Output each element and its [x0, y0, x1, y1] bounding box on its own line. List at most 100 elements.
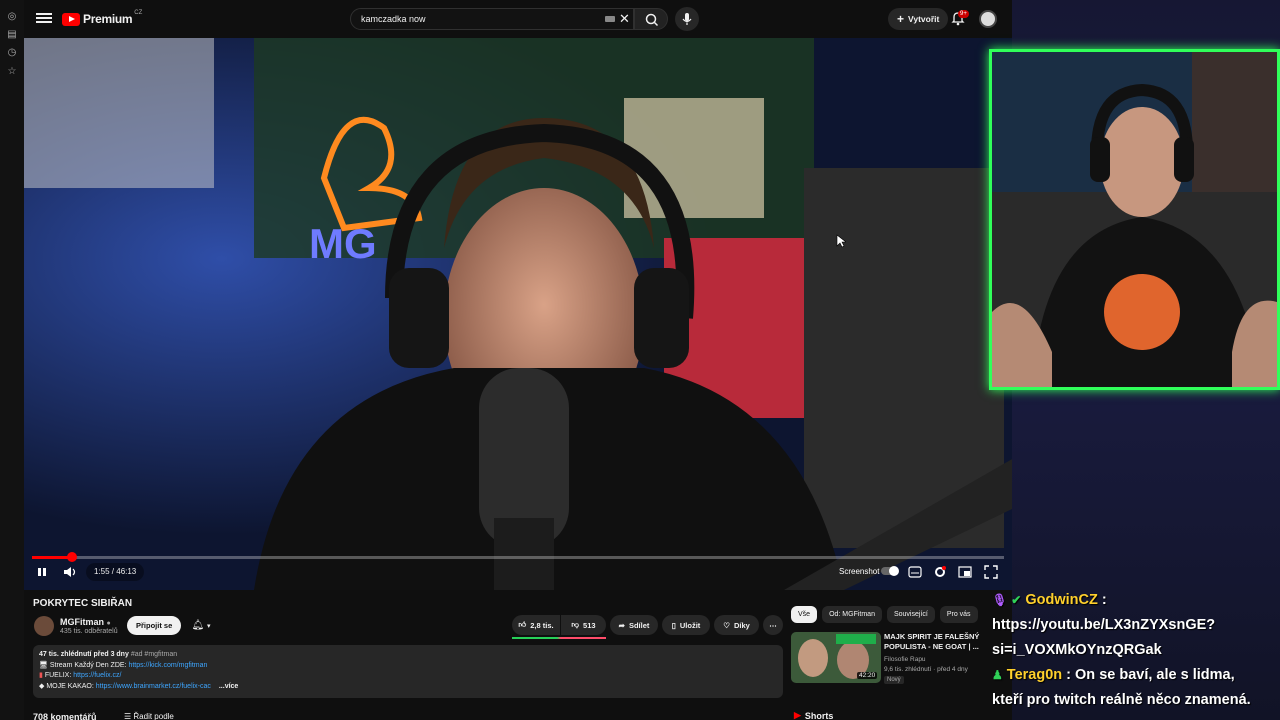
video-player[interactable]: MG 1:55 / 46:13 Screenshot — [24, 38, 1012, 590]
share-label: Sdílet — [628, 620, 650, 630]
channel-avatar[interactable] — [34, 616, 54, 636]
clear-search-icon[interactable]: ✕ — [619, 11, 630, 27]
subscriber-count: 435 tis. odběratelů — [60, 628, 118, 635]
shorts-label: Shorts — [804, 710, 834, 720]
settings-gear-icon[interactable] — [933, 565, 947, 579]
verified-badge-icon: ✔ — [1011, 593, 1022, 607]
youtube-logo[interactable]: Premium CZ — [62, 10, 143, 26]
thanks-icon: ♡ — [723, 620, 730, 630]
chat-message-text: si=i_VOXMkOYnzQRGak — [992, 642, 1162, 658]
more-actions-button[interactable]: ⋯ — [763, 615, 783, 635]
description-meta: 47 tis. zhlédnutí před 3 dny #ad #mgfitm… — [39, 650, 777, 661]
webcam-image — [992, 52, 1277, 387]
bottle-icon: ▮ — [39, 672, 43, 680]
chip-all[interactable]: Vše — [791, 606, 818, 623]
chat-username: GodwinCZ — [1025, 592, 1098, 608]
save-icon: ▯ — [671, 620, 676, 630]
channel-name-text: MGFitman — [60, 617, 104, 627]
mouse-cursor-icon — [836, 234, 846, 248]
screen: ◎ ▤ ◷ ☆ Premium CZ kamczadka now ✕ + Vyt… — [0, 0, 1280, 720]
share-button[interactable]: ➦ Sdílet — [610, 615, 658, 635]
history-icon[interactable]: ◷ — [6, 47, 18, 59]
comments-count: 708 komentářů — [33, 712, 97, 720]
plus-icon: + — [897, 12, 905, 26]
notification-count-badge: 9+ — [958, 10, 969, 18]
shorts-icon: ▶ — [794, 710, 801, 720]
time-display: 1:55 / 46:13 — [86, 563, 145, 581]
shorts-heading: ▶ Shorts — [794, 710, 833, 720]
save-button[interactable]: ▯ Uložit — [662, 615, 710, 635]
extension-icon[interactable]: ◎ — [6, 11, 18, 23]
youtube-play-logo-icon — [62, 12, 80, 26]
chat-message-text: https://youtu.be/LX3nZYXsnGE? — [992, 617, 1216, 633]
recommended-channel[interactable]: Filosofie Rapu — [884, 656, 926, 663]
chat-message-text: kteří pro twitch reálně něco znamená. — [992, 692, 1251, 708]
pause-icon[interactable] — [36, 566, 48, 578]
video-frame: MG — [24, 38, 1012, 590]
keyboard-icon[interactable] — [605, 16, 615, 22]
bell-icon: 🔔︎ — [191, 620, 205, 631]
search-query-text: kamczadka now — [361, 14, 426, 24]
like-count: 2,8 tis. — [530, 620, 554, 630]
volume-icon[interactable] — [62, 564, 78, 580]
dislike-button[interactable]: 👎︎ 513 — [561, 615, 606, 635]
chat-message: ♟ Terag0n : On se baví, ale s lidma, — [992, 667, 1235, 683]
create-button[interactable]: + Vytvořit — [888, 8, 949, 30]
subtitles-icon[interactable] — [908, 566, 922, 578]
show-more-link[interactable]: ...více — [219, 683, 238, 690]
stream-chat: 🎙︎ ✔ GodwinCZ : https://youtu.be/LX3nZYX… — [992, 588, 1280, 713]
sort-comments-button[interactable]: ☰ Řadit podle — [124, 712, 174, 720]
thumbs-down-icon: 👎︎ — [571, 620, 580, 629]
video-duration: 42:20 — [857, 672, 878, 679]
recommendation-chips: Vše Od: MGFitman Související Pro vás — [791, 606, 978, 623]
logo-text: Premium — [83, 12, 133, 26]
brainmarket-link[interactable]: https://www.brainmarket.cz/fuelix-cac — [96, 683, 211, 690]
description-text: Stream Každý Den ZDE: — [49, 661, 129, 669]
join-button[interactable]: Připojit se — [127, 616, 182, 635]
browser-side-rail: ◎ ▤ ◷ ☆ — [0, 0, 24, 720]
screenshot-toggle[interactable] — [881, 566, 899, 576]
chip-from-channel[interactable]: Od: MGFitman — [822, 606, 882, 623]
video-info-section: POKRYTEC SIBIŘAN MGFitman ● 435 tis. odb… — [24, 590, 1012, 720]
kick-link[interactable]: https://kick.com/mgfitman — [128, 662, 207, 669]
hamburger-menu-icon[interactable] — [36, 11, 52, 27]
reading-list-icon[interactable]: ▤ — [6, 29, 18, 41]
miniplayer-icon[interactable] — [958, 566, 972, 578]
fuelix-link[interactable]: https://fuelix.cz/ — [73, 672, 121, 679]
hashtags[interactable]: #ad #mgfitman — [131, 651, 177, 658]
account-avatar[interactable] — [979, 10, 997, 28]
subscription-bell-button[interactable]: 🔔︎ ▾ — [184, 616, 218, 635]
chat-message-text: On se baví, ale s lidma, — [1075, 667, 1235, 683]
search-input[interactable]: kamczadka now ✕ — [350, 8, 634, 30]
scrubber-handle[interactable] — [67, 552, 78, 562]
progress-fill — [32, 556, 73, 559]
description-line: 🖥︎ Stream Každý Den ZDE: https://kick.co… — [39, 661, 777, 672]
bookmark-icon[interactable]: ☆ — [6, 66, 18, 78]
dislike-count: 513 — [583, 620, 596, 630]
recommended-video-title[interactable]: MAJK SPIRIT JE FALEŠNÝ POPULISTA - NE GO… — [884, 632, 984, 652]
description-text: FUELIX: — [44, 672, 74, 680]
cocoa-icon: ◆ — [39, 683, 45, 691]
chip-for-you[interactable]: Pro vás — [939, 606, 978, 623]
mic-badge-icon: 🎙︎ — [992, 593, 1008, 607]
search-button[interactable] — [634, 8, 668, 30]
sort-icon: ☰ — [124, 712, 132, 720]
logo-country: CZ — [134, 10, 143, 16]
description-text: MOJE KAKAO: — [46, 683, 96, 691]
progress-bar[interactable] — [32, 552, 1004, 562]
player-controls: 1:55 / 46:13 Screenshot — [24, 552, 1012, 590]
description-line: ◆ MOJE KAKAO: https://www.brainmarket.cz… — [39, 682, 777, 693]
channel-name[interactable]: MGFitman ● — [60, 617, 111, 627]
thanks-button[interactable]: ♡ Díky — [714, 615, 759, 635]
description-box[interactable]: 47 tis. zhlédnutí před 3 dny #ad #mgfitm… — [33, 645, 783, 698]
new-badge: Nový — [884, 676, 904, 684]
fullscreen-icon[interactable] — [984, 565, 998, 579]
like-button[interactable]: 👍︎ 2,8 tis. — [512, 615, 560, 635]
chip-related[interactable]: Související — [886, 606, 935, 623]
screenshot-label: Screenshot — [839, 567, 880, 576]
recommended-meta: 9,6 tis. zhlédnutí · před 4 dny — [884, 666, 968, 673]
thanks-label: Díky — [733, 620, 750, 630]
share-icon: ➦ — [618, 620, 625, 630]
monitor-icon: 🖥︎ — [39, 661, 48, 669]
voice-search-button[interactable] — [675, 7, 699, 31]
